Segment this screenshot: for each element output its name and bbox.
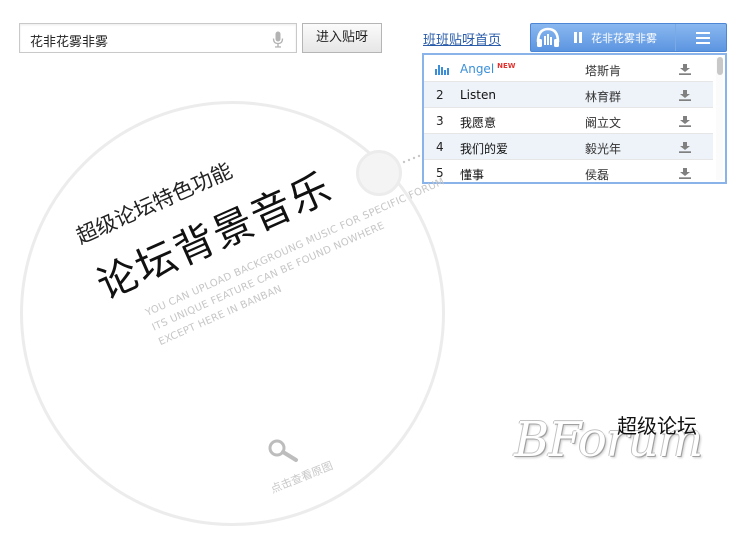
microphone-icon[interactable]: [272, 31, 284, 48]
pause-icon[interactable]: [574, 32, 582, 43]
track-row[interactable]: Angel NEW 塔斯肯: [424, 56, 713, 82]
feature-knob[interactable]: [356, 150, 402, 196]
track-number: 2: [436, 88, 444, 102]
download-icon[interactable]: [679, 168, 691, 179]
playlist: Angel NEW 塔斯肯 2 Listen 林育群 3 我愿意 阚立文 4 我们…: [422, 53, 727, 184]
track-artist: 毅光年: [585, 142, 622, 156]
music-player-header: 花非花雾非雾: [530, 23, 727, 52]
download-icon[interactable]: [679, 116, 691, 127]
download-icon[interactable]: [679, 90, 691, 101]
track-title: Angel NEW: [460, 62, 516, 76]
logo-cn-text: 超级论坛: [617, 414, 697, 438]
new-badge: NEW: [497, 62, 516, 70]
now-playing-bars-icon: [435, 65, 449, 75]
download-icon[interactable]: [679, 142, 691, 153]
enter-forum-button[interactable]: 进入贴呀: [302, 23, 382, 53]
magnifier-icon[interactable]: [266, 439, 300, 463]
track-title: Listen: [460, 88, 496, 102]
search-input[interactable]: [28, 29, 272, 51]
track-row[interactable]: 5 懂事 侯磊: [424, 160, 713, 182]
track-artist: 林育群: [585, 90, 622, 104]
forum-home-link[interactable]: 班班贴呀首页: [423, 29, 501, 48]
track-row[interactable]: 3 我愿意 阚立文: [424, 108, 713, 134]
search-box[interactable]: [19, 23, 297, 53]
track-row[interactable]: 4 我们的爱 毅光年: [424, 134, 713, 160]
playlist-menu-button[interactable]: [675, 24, 726, 51]
track-artist: 阚立文: [585, 116, 622, 130]
track-number: 3: [436, 114, 444, 128]
playlist-scrollbar[interactable]: [716, 57, 723, 180]
track-artist: 塔斯肯: [585, 64, 622, 78]
track-title: 懂事: [460, 168, 485, 182]
track-artist: 侯磊: [585, 168, 610, 182]
connector-dots: [402, 154, 421, 164]
track-title: 我愿意: [460, 116, 497, 130]
download-icon[interactable]: [679, 64, 691, 75]
menu-icon: [696, 32, 710, 34]
headphone-icon: [536, 27, 560, 47]
track-row[interactable]: 2 Listen 林育群: [424, 82, 713, 108]
now-playing-title: 花非花雾非雾: [591, 32, 657, 45]
track-title: 我们的爱: [460, 142, 509, 156]
playlist-scroll-thumb[interactable]: [717, 57, 723, 75]
track-number: 4: [436, 140, 444, 154]
